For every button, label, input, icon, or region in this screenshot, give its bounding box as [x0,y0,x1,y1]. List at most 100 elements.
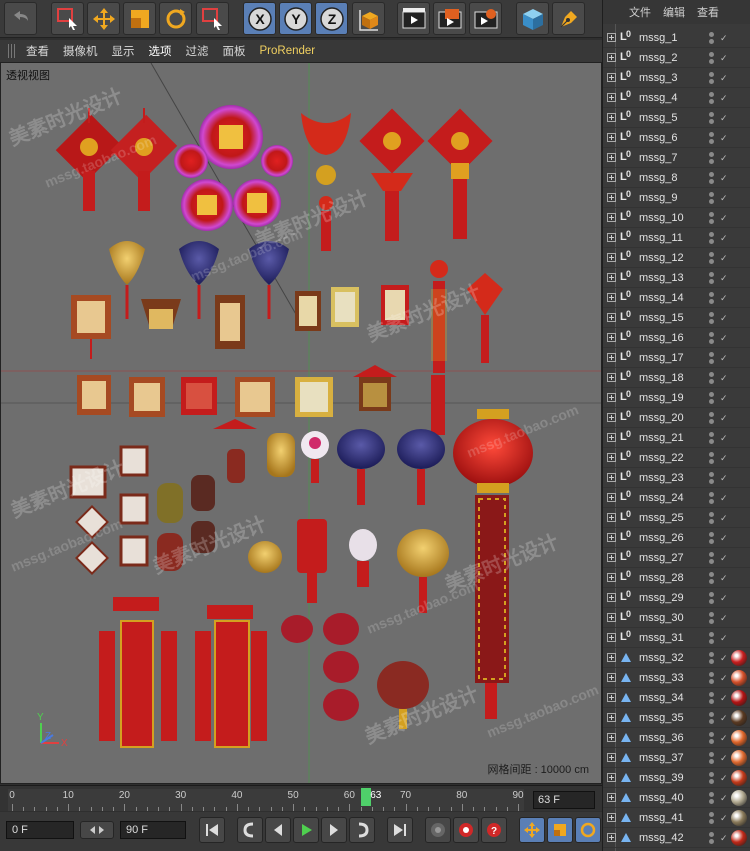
object-row[interactable]: mssg_31 ✓ [603,628,750,648]
expand-toggle-icon[interactable] [607,353,616,362]
enabled-check-icon[interactable]: ✓ [720,393,728,404]
visibility-dots-icon[interactable] [709,91,715,105]
visibility-dots-icon[interactable] [709,111,715,125]
expand-toggle-icon[interactable] [607,413,616,422]
material-tag-icon[interactable] [731,830,747,846]
enabled-check-icon[interactable]: ✓ [720,413,728,424]
object-name[interactable]: mssg_4 [639,92,678,104]
enabled-check-icon[interactable]: ✓ [720,293,728,304]
enabled-check-icon[interactable]: ✓ [720,373,728,384]
visibility-dots-icon[interactable] [709,211,715,225]
expand-toggle-icon[interactable] [607,33,616,42]
lock-z-button[interactable]: Z [315,2,348,35]
expand-toggle-icon[interactable] [607,213,616,222]
expand-toggle-icon[interactable] [607,573,616,582]
lock-y-button[interactable]: Y [279,2,312,35]
object-name[interactable]: mssg_18 [639,372,684,384]
visibility-dots-icon[interactable] [709,51,715,65]
expand-toggle-icon[interactable] [607,73,616,82]
next-keyframe-icon[interactable] [349,817,375,843]
expand-toggle-icon[interactable] [607,253,616,262]
enabled-check-icon[interactable]: ✓ [720,593,728,604]
visibility-dots-icon[interactable] [709,71,715,85]
undo-icon[interactable] [4,2,37,35]
visibility-dots-icon[interactable] [709,231,715,245]
object-name[interactable]: mssg_9 [639,192,678,204]
visibility-dots-icon[interactable] [709,471,715,485]
visibility-dots-icon[interactable] [709,811,715,825]
enabled-check-icon[interactable]: ✓ [720,233,728,244]
rotate-icon[interactable] [159,2,192,35]
expand-toggle-icon[interactable] [607,133,616,142]
expand-toggle-icon[interactable] [607,833,616,842]
visibility-dots-icon[interactable] [709,751,715,765]
visibility-dots-icon[interactable] [709,791,715,805]
object-row[interactable]: mssg_16 ✓ [603,328,750,348]
object-row[interactable]: mssg_41 ✓ [603,808,750,828]
object-row[interactable]: mssg_7 ✓ [603,148,750,168]
expand-toggle-icon[interactable] [607,493,616,502]
visibility-dots-icon[interactable] [709,551,715,565]
expand-toggle-icon[interactable] [607,773,616,782]
expand-toggle-icon[interactable] [607,613,616,622]
expand-toggle-icon[interactable] [607,673,616,682]
material-tag-icon[interactable] [731,770,747,786]
object-name[interactable]: mssg_37 [639,752,684,764]
object-name[interactable]: mssg_36 [639,732,684,744]
visibility-dots-icon[interactable] [709,831,715,845]
expand-toggle-icon[interactable] [607,553,616,562]
enabled-check-icon[interactable]: ✓ [720,333,728,344]
enabled-check-icon[interactable]: ✓ [720,833,728,844]
menu-edit[interactable]: 编辑 [663,4,685,20]
object-row[interactable]: mssg_29 ✓ [603,588,750,608]
menu-view[interactable]: 查看 [26,43,49,59]
object-row[interactable]: mssg_33 ✓ [603,668,750,688]
enabled-check-icon[interactable]: ✓ [720,693,728,704]
object-row[interactable]: mssg_22 ✓ [603,448,750,468]
enabled-check-icon[interactable]: ✓ [720,633,728,644]
visibility-dots-icon[interactable] [709,291,715,305]
visibility-dots-icon[interactable] [709,731,715,745]
object-row[interactable]: mssg_13 ✓ [603,268,750,288]
material-tag-icon[interactable] [731,810,747,826]
coordinate-system-icon[interactable] [352,2,385,35]
record-keys-icon[interactable] [425,817,451,843]
enabled-check-icon[interactable]: ✓ [720,713,728,724]
object-name[interactable]: mssg_10 [639,212,684,224]
object-row[interactable]: mssg_36 ✓ [603,728,750,748]
visibility-dots-icon[interactable] [709,31,715,45]
object-row[interactable]: mssg_40 ✓ [603,788,750,808]
material-tag-icon[interactable] [731,790,747,806]
object-name[interactable]: mssg_16 [639,332,684,344]
key-position-icon[interactable] [519,817,545,843]
object-name[interactable]: mssg_7 [639,152,678,164]
object-row[interactable]: mssg_23 ✓ [603,468,750,488]
expand-toggle-icon[interactable] [607,793,616,802]
end-frame-field[interactable]: 90 F [120,821,186,839]
visibility-dots-icon[interactable] [709,451,715,465]
object-name[interactable]: mssg_12 [639,252,684,264]
object-row[interactable]: mssg_11 ✓ [603,228,750,248]
object-name[interactable]: mssg_19 [639,392,684,404]
enabled-check-icon[interactable]: ✓ [720,453,728,464]
enabled-check-icon[interactable]: ✓ [720,513,728,524]
move-icon[interactable] [87,2,120,35]
visibility-dots-icon[interactable] [709,311,715,325]
object-name[interactable]: mssg_28 [639,572,684,584]
lock-x-button[interactable]: X [243,2,276,35]
visibility-dots-icon[interactable] [709,131,715,145]
object-row[interactable]: mssg_18 ✓ [603,368,750,388]
expand-toggle-icon[interactable] [607,513,616,522]
enabled-check-icon[interactable]: ✓ [720,273,728,284]
visibility-dots-icon[interactable] [709,631,715,645]
cube-icon[interactable] [516,2,549,35]
object-name[interactable]: mssg_6 [639,132,678,144]
object-row[interactable]: mssg_37 ✓ [603,748,750,768]
object-name[interactable]: mssg_27 [639,552,684,564]
next-frame-icon[interactable] [321,817,347,843]
object-row[interactable]: mssg_42 ✓ [603,828,750,848]
object-name[interactable]: mssg_2 [639,52,678,64]
material-tag-icon[interactable] [731,710,747,726]
enabled-check-icon[interactable]: ✓ [720,253,728,264]
object-row[interactable]: mssg_12 ✓ [603,248,750,268]
